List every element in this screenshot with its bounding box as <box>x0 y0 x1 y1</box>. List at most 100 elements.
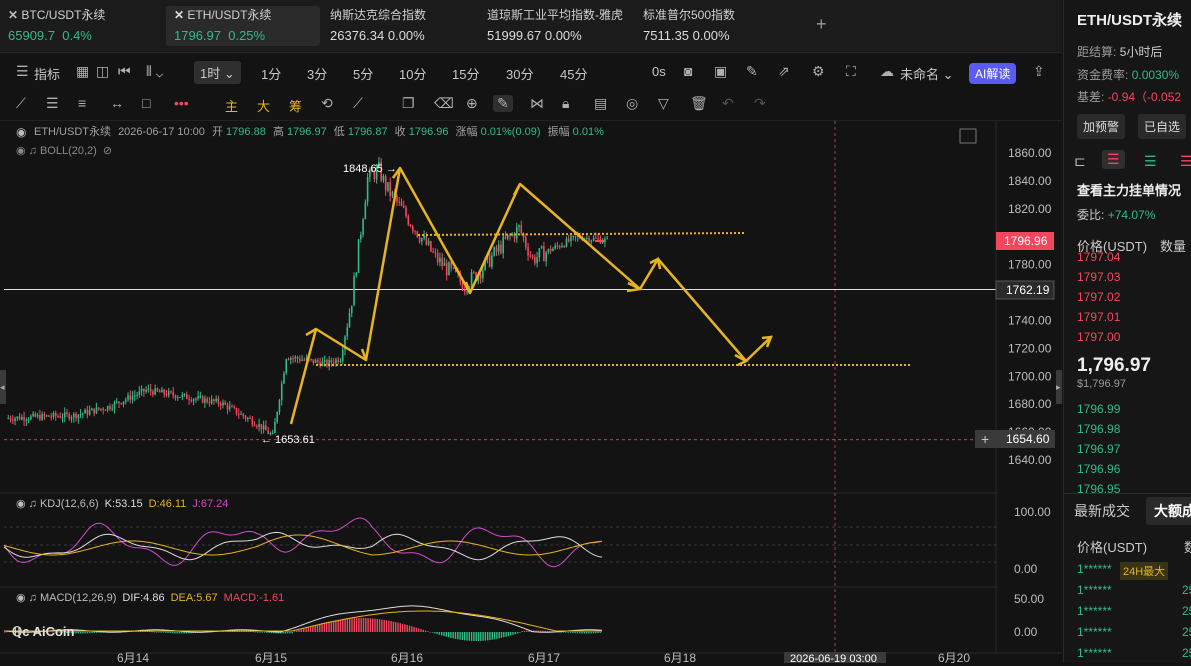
ticker-eth[interactable]: ✕ ETH/USDT永续 1796.97 0.25% <box>166 6 320 46</box>
visibility-eye-icon[interactable]: ◉ <box>16 125 26 139</box>
candle-body <box>443 262 446 266</box>
redo-icon[interactable]: ↷ <box>754 95 766 112</box>
indicators-icon[interactable]: ☰ <box>16 63 29 80</box>
ticker-dow[interactable]: 道琼斯工业平均指数-雅虎 51999.67 0.00% <box>487 6 637 46</box>
interval-30m[interactable]: 30分 <box>506 64 533 83</box>
bid-row[interactable]: 1796.98 <box>1077 422 1120 436</box>
magnet-icon[interactable]: ⟲ <box>321 95 333 112</box>
rectangle-icon[interactable]: □ <box>142 95 150 111</box>
candle-body <box>332 362 335 364</box>
ask-row[interactable]: 1797.02 <box>1077 290 1120 304</box>
cloud-icon[interactable]: ☁ <box>880 63 894 80</box>
settings-icon[interactable]: ⚙ <box>812 63 825 80</box>
candlestick-chart[interactable]: 1860.001840.001820.001800.001780.001760.… <box>0 121 1062 665</box>
big-trades-tab[interactable]: 大额成 <box>1146 497 1191 525</box>
macd-bar <box>583 632 585 634</box>
layout-name-select[interactable]: 未命名 ⌄ <box>900 64 954 83</box>
horizontal-lines-icon[interactable]: ≡ <box>78 95 86 111</box>
share-icon[interactable]: ⇪ <box>1033 63 1045 80</box>
info-close: 1796.96 <box>409 126 449 138</box>
edit-icon[interactable]: ✎ <box>746 63 758 80</box>
interval-10m[interactable]: 10分 <box>399 64 426 83</box>
macd-bar <box>321 623 323 632</box>
seconds-toggle[interactable]: 0s <box>652 64 666 79</box>
candle-body <box>249 418 251 420</box>
orderbook-bids-icon[interactable]: ☰ <box>1144 153 1157 170</box>
interval-15m[interactable]: 15分 <box>452 64 479 83</box>
parallel-channel-icon[interactable]: ☰ <box>46 95 59 112</box>
ai-analysis-button[interactable]: AI解读 <box>969 63 1017 84</box>
macd-bar <box>349 618 351 632</box>
macd-bar <box>155 632 158 633</box>
layout-icon[interactable]: ◫ <box>96 63 109 80</box>
orderbook-asks-icon[interactable]: ☰ <box>1180 153 1191 170</box>
dots-icon[interactable]: ••• <box>174 95 189 111</box>
right-collapse-handle[interactable]: ▸ <box>1056 370 1062 404</box>
expand-icon[interactable] <box>959 128 977 144</box>
ticker-btc[interactable]: ✕ BTC/USDT永续 65909.7 0.4% <box>8 6 158 46</box>
ask-row[interactable]: 1797.04 <box>1077 250 1120 264</box>
interval-select[interactable]: 1时 ⌄ <box>194 61 241 84</box>
trendline-icon[interactable]: ⟋ <box>16 95 26 112</box>
ask-row[interactable]: 1797.01 <box>1077 310 1120 324</box>
add-tab-button[interactable]: + <box>816 14 827 54</box>
candle-body <box>418 237 421 242</box>
link-icon[interactable]: ⋈ <box>530 95 544 112</box>
resistance-level-line[interactable] <box>417 232 746 236</box>
candle-body <box>57 416 59 418</box>
latest-trades-tab[interactable]: 最新成交 <box>1074 501 1130 521</box>
filter-icon[interactable]: ▽ <box>658 95 669 112</box>
interval-45m[interactable]: 45分 <box>560 64 587 83</box>
add-alert-button[interactable]: 加预警 <box>1077 114 1126 139</box>
image-icon[interactable]: ▣ <box>714 63 727 80</box>
replay-icon[interactable]: ⏮ <box>118 63 131 80</box>
bid-row[interactable]: 1796.96 <box>1077 462 1120 476</box>
indicators-button[interactable]: 指标 <box>34 64 60 83</box>
chips-button[interactable]: 筹 <box>289 96 302 115</box>
bid-row[interactable]: 1796.99 <box>1077 402 1120 416</box>
left-collapse-handle[interactable]: ◂ <box>0 370 6 404</box>
big-order-button[interactable]: 大 <box>257 96 270 115</box>
macd-bar <box>408 625 411 632</box>
undo-icon[interactable]: ↶ <box>722 95 734 112</box>
ticker-sp500[interactable]: 标准普尔500指数 7511.35 0.00% <box>643 6 793 46</box>
chart-area[interactable]: 1860.001840.001820.001800.001780.001760.… <box>0 121 1062 665</box>
orderbook-both-icon[interactable]: ⊏ <box>1074 153 1086 170</box>
macd-bar <box>261 632 263 633</box>
hide-icon[interactable]: ◎ <box>626 95 638 112</box>
candle-body <box>208 402 211 404</box>
main-force-button[interactable]: 主 <box>225 96 238 115</box>
zoom-icon[interactable]: ⊕ <box>466 95 478 112</box>
candle-body <box>88 410 91 415</box>
eraser-icon[interactable]: ⌫ <box>434 95 454 112</box>
favorite-button[interactable]: 已自选 <box>1138 114 1187 139</box>
template-save-icon[interactable]: ▤ <box>594 95 607 112</box>
boll-label[interactable]: ◉ ♫ BOLL(20,2) ⊘ <box>16 145 112 157</box>
orders-title[interactable]: 查看主力挂单情况 <box>1077 180 1181 199</box>
horizontal-ray-icon[interactable]: ↔ <box>110 95 124 111</box>
interval-3m[interactable]: 3分 <box>307 64 327 83</box>
candle-type-icon[interactable]: ⫴ ⌄ <box>146 63 163 80</box>
lock-icon[interactable]: 🔒︎ <box>562 95 569 112</box>
macd-bar <box>367 618 369 632</box>
brush-icon[interactable]: ✎ <box>493 95 513 112</box>
orderbook-split-icon[interactable]: ☰ <box>1102 150 1125 169</box>
ticker-nasdaq[interactable]: 纳斯达克综合指数 26376.34 0.00% <box>330 6 480 46</box>
camera-icon[interactable]: ◙ <box>684 63 692 79</box>
candle-body <box>547 248 550 253</box>
ask-row[interactable]: 1797.03 <box>1077 270 1120 284</box>
forecast-drawing-path[interactable] <box>289 166 772 425</box>
price-axis-label: 1740.00 <box>1008 313 1052 327</box>
template-icon[interactable]: ▦ <box>76 63 89 80</box>
bid-row[interactable]: 1796.97 <box>1077 442 1120 456</box>
interval-5m[interactable]: 5分 <box>353 64 373 83</box>
export-icon[interactable]: ⇗ <box>778 63 790 80</box>
trash-icon[interactable]: 🗑︎ <box>690 95 708 112</box>
candle-body <box>445 262 448 276</box>
interval-1m[interactable]: 1分 <box>261 64 281 83</box>
fullscreen-icon[interactable]: ⛶ <box>846 63 856 80</box>
copy-icon[interactable]: ❐ <box>402 95 415 112</box>
measure-icon[interactable]: ⟋ <box>353 95 363 112</box>
ask-row[interactable]: 1797.00 <box>1077 330 1120 344</box>
candle-body <box>405 207 407 217</box>
